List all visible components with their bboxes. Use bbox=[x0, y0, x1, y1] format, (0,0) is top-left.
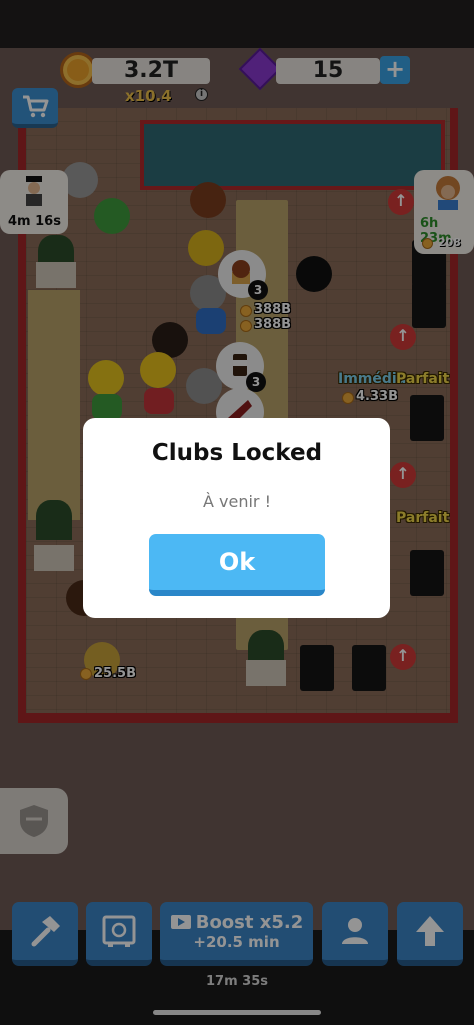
dialog-title: Clubs Locked bbox=[151, 440, 323, 466]
ok-button[interactable]: Ok bbox=[149, 534, 325, 596]
dialog-subtitle: À venir ! bbox=[202, 492, 271, 511]
